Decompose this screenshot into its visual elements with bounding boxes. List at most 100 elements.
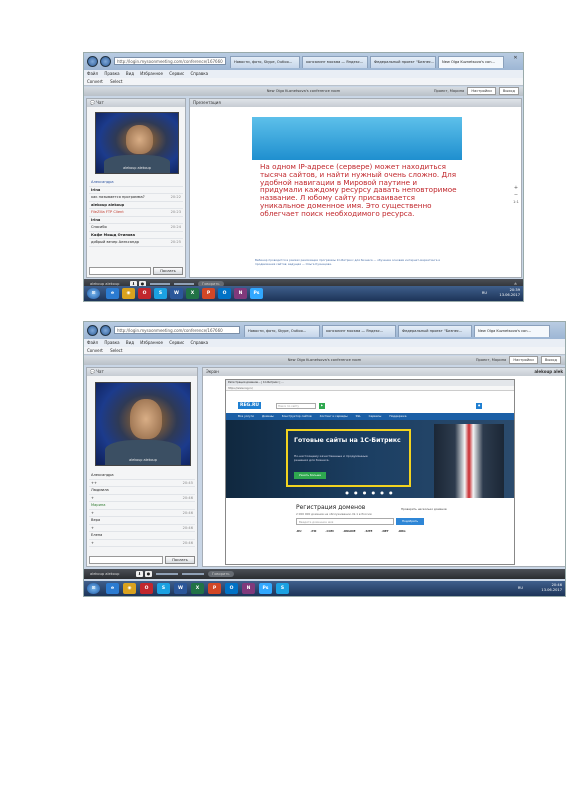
- chat-message: alekoup alekoup: [89, 202, 183, 209]
- chat-message-text: Irina: [91, 187, 101, 192]
- taskbar-opera-icon[interactable]: O: [140, 583, 153, 594]
- address-bar[interactable]: http://login.mysoonmeeting.com/conferenc…: [114, 326, 240, 334]
- microphone-icon[interactable]: ⬇: [136, 571, 143, 577]
- convert-button[interactable]: Convert: [87, 348, 103, 353]
- taskbar-word-icon[interactable]: W: [170, 288, 183, 299]
- clock[interactable]: 20:46 13.06.2017: [541, 583, 562, 593]
- menu-view[interactable]: Вид: [126, 340, 134, 345]
- browser-tab-active[interactable]: New Olga Kuznetsova's con...: [474, 325, 550, 337]
- zoom-in-icon[interactable]: +: [512, 185, 520, 192]
- chat-message: Александра: [89, 179, 183, 187]
- chat-message-text: Александра: [91, 180, 114, 184]
- convert-button[interactable]: Convert: [87, 79, 103, 84]
- address-bar[interactable]: http://login.mysoonmeeting.com/conferenc…: [114, 57, 226, 65]
- start-icon[interactable]: ⊞: [87, 583, 100, 594]
- taskbar-opera-icon[interactable]: O: [138, 288, 151, 299]
- talk-button[interactable]: Говорить: [208, 571, 234, 577]
- taskbar-chrome-icon[interactable]: ◉: [123, 583, 136, 594]
- taskbar-excel-icon[interactable]: X: [186, 288, 199, 299]
- menu-help[interactable]: Справка: [190, 340, 208, 345]
- conference-controls: alekoup alekoup ⬇ ● Говорить: [84, 569, 565, 579]
- back-icon[interactable]: [87, 56, 98, 67]
- language-indicator[interactable]: RU: [482, 291, 487, 295]
- chat-message-text: +: [91, 510, 95, 515]
- menu-file[interactable]: Файл: [87, 71, 98, 76]
- menu-help[interactable]: Справка: [190, 71, 208, 76]
- menu-bar: Файл Правка Вид Избранное Сервис Справка: [84, 339, 565, 347]
- taskbar-outlook-icon[interactable]: O: [225, 583, 238, 594]
- clock-date: 13.06.2017: [541, 588, 562, 592]
- select-button[interactable]: Select: [110, 348, 122, 353]
- menu-view[interactable]: Вид: [126, 71, 134, 76]
- start-icon[interactable]: ⊞: [87, 288, 100, 299]
- send-button[interactable]: Послать: [165, 556, 195, 564]
- menu-file[interactable]: Файл: [87, 340, 98, 345]
- settings-button[interactable]: Настройки: [509, 356, 538, 364]
- taskbar-excel-icon[interactable]: X: [191, 583, 204, 594]
- site-nav-item: Сервисы: [368, 414, 382, 418]
- mic-slider[interactable]: [182, 573, 204, 575]
- forward-icon[interactable]: [100, 56, 111, 67]
- taskbar-skype-icon[interactable]: S: [157, 583, 170, 594]
- menu-tools[interactable]: Сервис: [169, 340, 184, 345]
- taskbar-onenote-icon[interactable]: N: [242, 583, 255, 594]
- menu-favorites[interactable]: Избранное: [140, 340, 163, 345]
- chat-message: +20:46: [89, 510, 195, 517]
- taskbar-powerpoint-icon[interactable]: P: [208, 583, 221, 594]
- language-indicator[interactable]: RU: [518, 586, 523, 590]
- taskbar-word-icon[interactable]: W: [174, 583, 187, 594]
- browser-tab[interactable]: консалинг москва — Яндекс...: [302, 56, 368, 68]
- volume-slider[interactable]: [156, 573, 178, 575]
- chat-input[interactable]: [89, 267, 151, 275]
- exit-button[interactable]: Выход: [498, 87, 519, 95]
- taskbar-skype-icon[interactable]: S: [154, 288, 167, 299]
- browser-tab[interactable]: Федеральный проект "Бизнес...: [370, 56, 436, 68]
- taskbar-photoshop-icon[interactable]: Ps: [259, 583, 272, 594]
- chat-message: +20:46: [89, 495, 195, 502]
- site-nav-item: Домены: [262, 414, 274, 418]
- menu-edit[interactable]: Правка: [104, 71, 119, 76]
- mic-slider[interactable]: [174, 283, 194, 285]
- zoom-reset-icon[interactable]: 1:1: [512, 199, 520, 206]
- taskbar-powerpoint-icon[interactable]: P: [202, 288, 215, 299]
- browser-tab[interactable]: Новости, фото, Skype, Outloo...: [230, 56, 300, 68]
- select-button[interactable]: Select: [110, 79, 122, 84]
- chat-message-time: 20:46: [182, 525, 193, 530]
- chat-header: 💬 Чат: [87, 99, 185, 107]
- taskbar-ie-icon[interactable]: e: [106, 583, 119, 594]
- taskbar-chrome-icon[interactable]: ◉: [122, 288, 135, 299]
- taskbar-ie-icon[interactable]: e: [106, 288, 119, 299]
- chat-message-text: alekoup alekoup: [91, 202, 125, 207]
- back-icon[interactable]: [87, 325, 98, 336]
- menu-edit[interactable]: Правка: [104, 340, 119, 345]
- volume-slider[interactable]: [150, 283, 170, 285]
- taskbar-photoshop-icon[interactable]: Ps: [250, 288, 263, 299]
- taskbar-onenote-icon[interactable]: N: [234, 288, 247, 299]
- menu-favorites[interactable]: Избранное: [140, 71, 163, 76]
- exit-button[interactable]: Выход: [540, 356, 561, 364]
- camera-icon[interactable]: ●: [145, 571, 152, 577]
- browser-tab[interactable]: Новости, фото, Skype, Outloo...: [244, 325, 320, 337]
- forward-icon[interactable]: [100, 325, 111, 336]
- settings-button[interactable]: Настройки: [467, 87, 496, 95]
- zoom-out-icon[interactable]: −: [512, 192, 520, 199]
- chat-input[interactable]: [89, 556, 163, 564]
- close-window-icon[interactable]: ✕: [508, 54, 523, 62]
- send-button[interactable]: Послать: [153, 267, 183, 275]
- chat-message: как называется программа? 20:22: [89, 194, 183, 202]
- presentation-slide: На одном IP-адресе (сервере) может наход…: [252, 117, 462, 272]
- menu-tools[interactable]: Сервис: [169, 71, 184, 76]
- chat-message-time: 20:46: [182, 510, 193, 515]
- taskbar-skype-icon[interactable]: S: [276, 583, 289, 594]
- site-nav-item: Хостинг и серверы: [319, 414, 348, 418]
- browser-tab[interactable]: Федеральный проект "Бизнес...: [398, 325, 472, 337]
- windows-taskbar: ⊞ e ◉ O S W X P O N Ps RU 20:39 13.06.2017: [84, 286, 523, 301]
- chat-message-list: Александра Irina как называется программа?…: [89, 179, 183, 247]
- browser-tab[interactable]: консалинг москва — Яндекс...: [322, 325, 396, 337]
- screen-title: Экран: [206, 369, 219, 374]
- chat-panel: 💬 Чат alekoup alekoup Александра Irina как…: [86, 98, 186, 278]
- taskbar-outlook-icon[interactable]: O: [218, 288, 231, 299]
- browser-tab-active[interactable]: New Olga Kuznetsova's con...: [438, 56, 504, 68]
- chat-message: Елена: [89, 532, 195, 540]
- clock[interactable]: 20:39 13.06.2017: [499, 288, 520, 298]
